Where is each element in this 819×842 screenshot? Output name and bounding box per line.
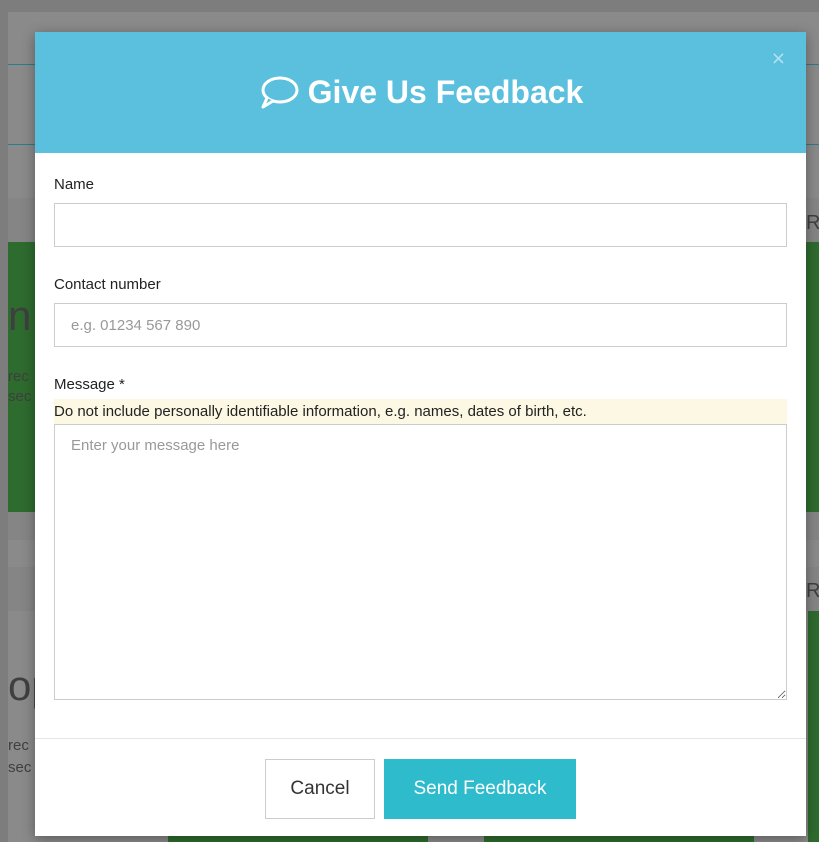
name-input[interactable] (54, 203, 787, 247)
message-group: Message * Do not include personally iden… (54, 376, 787, 700)
cancel-button[interactable]: Cancel (265, 759, 375, 819)
modal-title: Give Us Feedback (258, 74, 584, 111)
contact-group: Contact number (54, 276, 787, 347)
background-text-fragment: sec (8, 388, 32, 405)
modal-header: Give Us Feedback × (35, 32, 806, 153)
send-feedback-button[interactable]: Send Feedback (384, 759, 576, 819)
close-button[interactable]: × (771, 50, 786, 68)
modal-footer: Cancel Send Feedback (35, 738, 806, 836)
name-group: Name (54, 176, 787, 247)
message-label: Message * (54, 376, 125, 393)
feedback-modal: Give Us Feedback × Name Contact number M… (35, 32, 806, 836)
modal-title-text: Give Us Feedback (307, 74, 584, 110)
background-heading-fragment: n (8, 292, 32, 339)
contact-number-label: Contact number (54, 276, 161, 293)
background-text-fragment: sec (8, 759, 32, 776)
message-textarea[interactable] (54, 424, 787, 700)
background-text-fragment: rec (8, 368, 29, 385)
message-help-text: Do not include personally identifiable i… (54, 399, 787, 424)
speech-bubble-icon (258, 75, 300, 111)
background-text-fragment: R( (806, 212, 819, 234)
name-label: Name (54, 176, 95, 193)
background-text-fragment: rec (8, 737, 29, 754)
modal-body: Name Contact number Message * Do not inc… (35, 153, 806, 700)
contact-number-input[interactable] (54, 303, 787, 347)
background-text-fragment: R( (806, 580, 819, 602)
background-green-panel (808, 611, 819, 842)
